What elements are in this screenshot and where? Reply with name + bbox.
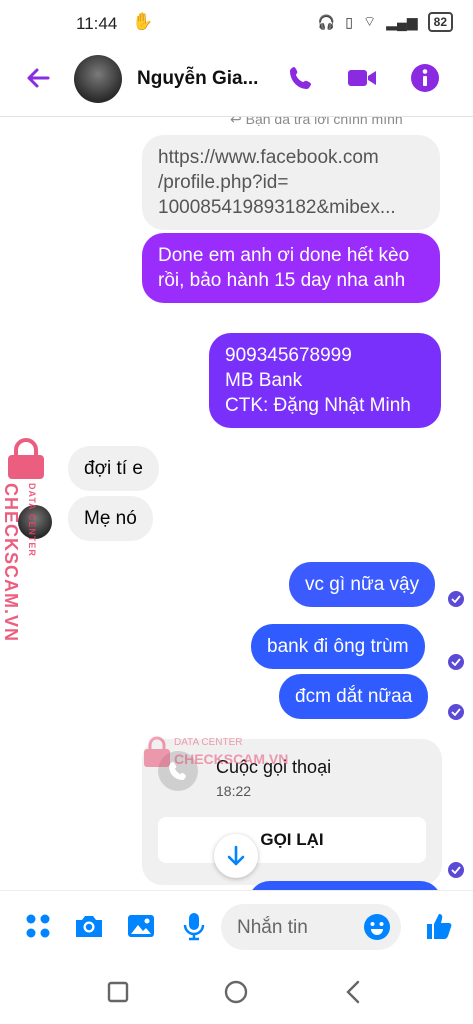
seen-check-icon xyxy=(448,862,464,878)
like-icon[interactable] xyxy=(423,910,455,942)
watermark-lock-icon xyxy=(4,437,48,486)
arrow-down-icon xyxy=(227,845,245,866)
scroll-to-bottom-button[interactable] xyxy=(214,834,258,878)
clock: 11:44 xyxy=(76,14,118,33)
home-icon[interactable] xyxy=(222,978,250,1006)
seen-check-icon xyxy=(448,654,464,670)
message-input-placeholder: Nhắn tin xyxy=(237,917,308,938)
seen-check-icon xyxy=(448,704,464,720)
message-bubble-received[interactable]: đợi tí e xyxy=(68,446,159,491)
message-bubble-sent[interactable]: vc gì nữa vậy xyxy=(289,562,436,607)
contact-avatar[interactable] xyxy=(74,55,122,103)
info-icon[interactable] xyxy=(409,62,441,94)
recent-apps-icon[interactable] xyxy=(104,978,132,1006)
microphone-icon[interactable] xyxy=(178,910,210,942)
watermark-text: DATA CENTER CHECKSCAM.VN xyxy=(1,483,37,643)
hand-icon: ✋ xyxy=(132,12,154,31)
message-bubble-sent-partial[interactable] xyxy=(248,881,442,890)
link-message[interactable]: https://www.facebook.com /profile.php?id… xyxy=(142,135,440,230)
apps-icon[interactable] xyxy=(22,910,54,942)
emoji-icon[interactable] xyxy=(363,913,391,941)
battery-indicator: 82 xyxy=(427,12,453,32)
message-composer: Nhắn tin xyxy=(0,890,473,963)
message-list[interactable]: ↩ Bạn đã trả lời chính mình https://www.… xyxy=(0,117,473,890)
call-time: 18:22 xyxy=(216,783,252,799)
reply-icon: ↩ xyxy=(230,117,246,127)
back-nav-icon[interactable] xyxy=(340,978,368,1006)
signal-icon: ▂▄▆ xyxy=(386,13,418,30)
contact-name[interactable]: Nguyễn Gia... xyxy=(137,68,258,90)
wifi-icon: ⌔ xyxy=(363,13,377,29)
camera-icon[interactable] xyxy=(73,910,105,942)
message-bubble-sent[interactable]: đcm dắt nữaa xyxy=(279,674,429,719)
message-bubble-received[interactable]: Mẹ nó xyxy=(68,496,153,541)
back-arrow-icon[interactable] xyxy=(22,62,54,94)
message-bubble-sent[interactable]: bank đi ông trùm xyxy=(251,624,425,669)
message-bubble-sent[interactable]: 909345678999 MB Bank CTK: Đặng Nhật Minh xyxy=(209,333,441,428)
seen-check-icon xyxy=(448,591,464,607)
status-icons: 🎧 ▯ ⌔ ▂▄▆ 82 xyxy=(318,12,453,32)
system-nav-bar xyxy=(0,962,473,1024)
reply-note: ↩ Bạn đã trả lời chính mình xyxy=(230,117,403,128)
image-icon[interactable] xyxy=(125,910,157,942)
message-bubble-sent[interactable]: Done em anh ơi done hết kèo rồi, bảo hàn… xyxy=(142,233,440,303)
headphones-icon: 🎧 xyxy=(317,13,336,30)
message-input[interactable]: Nhắn tin xyxy=(221,904,401,950)
watermark-overlay: DATA CENTER CHECKSCAM.VN xyxy=(142,735,288,774)
vibrate-icon: ▯ xyxy=(345,13,354,30)
call-back-button[interactable]: GỌI LẠI xyxy=(158,817,426,863)
phone-icon[interactable] xyxy=(285,62,317,94)
chat-header: Nguyễn Gia... xyxy=(0,48,473,117)
status-bar: 11:44 ✋ 🎧 ▯ ⌔ ▂▄▆ 82 xyxy=(0,0,473,48)
video-camera-icon[interactable] xyxy=(346,62,378,94)
